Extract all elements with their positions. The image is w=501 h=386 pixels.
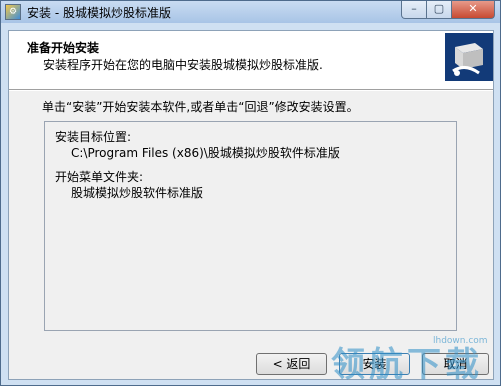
dest-label: 安装目标位置: (55, 130, 132, 144)
page-title: 准备开始安装 (27, 41, 100, 55)
header-divider (9, 90, 493, 91)
close-button[interactable]: ✕ (451, 1, 495, 19)
title-bar[interactable]: ⚙ 安装 - 股城模拟炒股标准版 – ▢ ✕ (1, 1, 500, 23)
ready-memo[interactable]: 安装目标位置: C:\Program Files (x86)\股城模拟炒股软件标… (44, 121, 457, 331)
window-title: 安装 - 股城模拟炒股标准版 (27, 6, 171, 20)
wizard-page: 准备开始安装 安装程序开始在您的电脑中安装股城模拟炒股标准版. 单击“安装”开始… (8, 30, 494, 380)
installer-window: ⚙ 安装 - 股城模拟炒股标准版 – ▢ ✕ 准备开始安装 安装程序开始在您的电… (0, 0, 501, 386)
installer-icon: ⚙ (5, 4, 21, 20)
watermark-url: lhdown.com (433, 336, 488, 346)
wizard-header: 准备开始安装 安装程序开始在您的电脑中安装股城模拟炒股标准版. (9, 31, 493, 90)
minimize-button[interactable]: – (401, 1, 427, 19)
page-subtitle: 安装程序开始在您的电脑中安装股城模拟炒股标准版. (43, 58, 323, 72)
menu-label: 开始菜单文件夹: (55, 170, 144, 184)
maximize-button[interactable]: ▢ (426, 1, 452, 19)
intro-text: 单击“安装”开始安装本软件,或者单击“回退”修改安装设置。 (42, 100, 359, 114)
dest-value: C:\Program Files (x86)\股城模拟炒股软件标准版 (71, 146, 340, 160)
back-button[interactable]: < 返回 (256, 353, 327, 375)
computer-install-icon (445, 33, 493, 81)
menu-value: 股城模拟炒股软件标准版 (71, 186, 204, 200)
